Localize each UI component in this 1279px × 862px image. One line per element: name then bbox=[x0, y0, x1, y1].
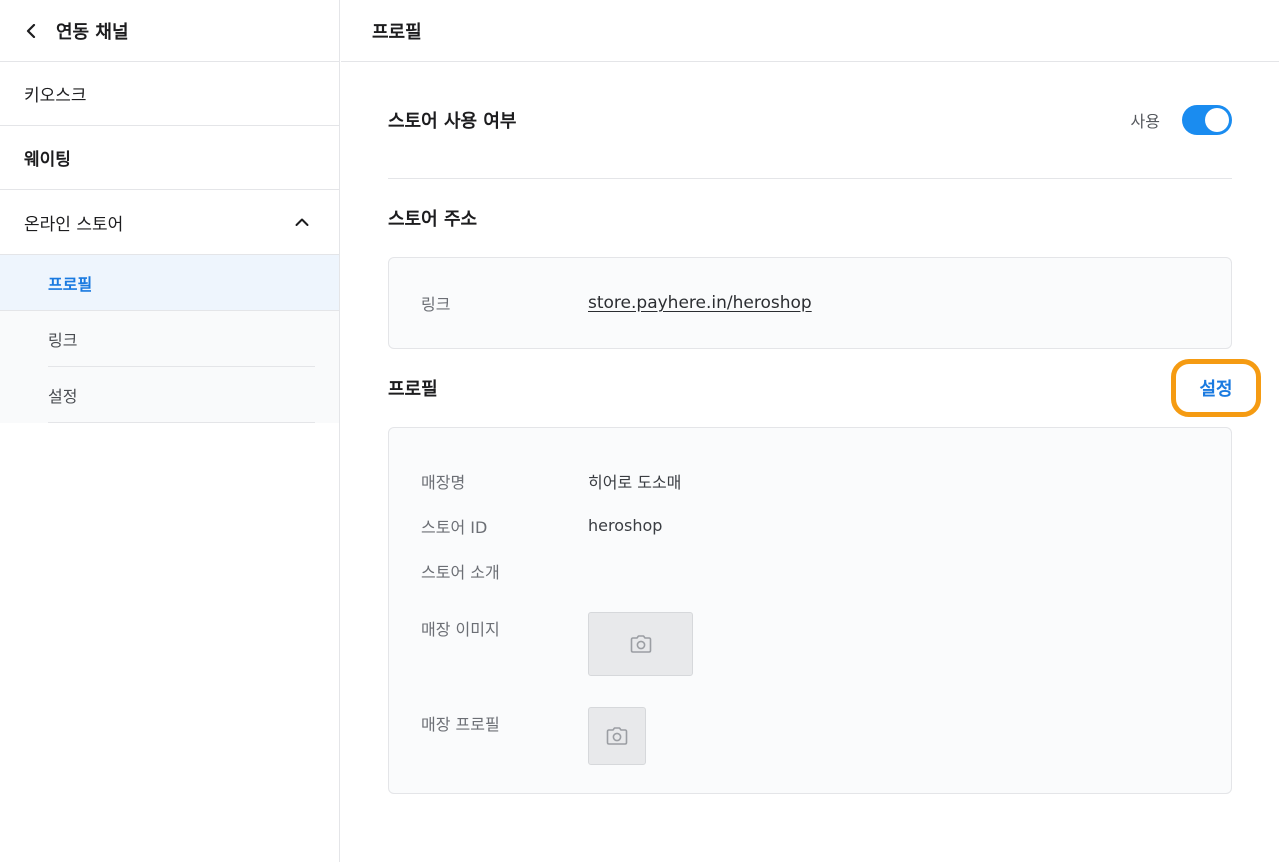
sidebar-title: 연동 채널 bbox=[56, 21, 129, 43]
profile-card: 매장명 히어로 도소매 스토어 ID heroshop 스토어 소개 매장 이미… bbox=[388, 427, 1232, 794]
store-address-header: 스토어 주소 bbox=[388, 179, 1232, 257]
profile-section-title: 프로필 bbox=[388, 379, 438, 400]
sidebar: 연동 채널 키오스크 웨이팅 온라인 스토어 프로필 링크 설정 bbox=[0, 0, 340, 862]
link-label: 링크 bbox=[421, 295, 451, 314]
submenu-item-label: 링크 bbox=[48, 331, 78, 350]
store-usage-toggle[interactable] bbox=[1182, 105, 1232, 135]
store-image-upload[interactable] bbox=[588, 612, 693, 676]
chevron-left-icon[interactable] bbox=[22, 21, 42, 41]
submenu-item-label: 프로필 bbox=[48, 275, 93, 294]
store-profile-label: 매장 프로필 bbox=[421, 715, 500, 734]
store-usage-row: 스토어 사용 여부 사용 bbox=[388, 62, 1232, 179]
toggle-knob bbox=[1205, 108, 1229, 132]
chevron-up-icon[interactable] bbox=[293, 213, 311, 231]
submenu-item-profile[interactable]: 프로필 bbox=[0, 255, 339, 311]
main-content: 스토어 사용 여부 사용 스토어 주소 링크 store.payhere.in/… bbox=[388, 62, 1261, 794]
store-id-value: heroshop bbox=[588, 516, 663, 535]
sidebar-item-label: 키오스크 bbox=[24, 86, 87, 106]
profile-header: 프로필 설정 bbox=[388, 349, 1261, 427]
store-link[interactable]: store.payhere.in/heroshop bbox=[588, 293, 812, 313]
sidebar-item-label: 온라인 스토어 bbox=[24, 214, 124, 235]
sidebar-item-online-store[interactable]: 온라인 스토어 bbox=[0, 190, 339, 254]
sidebar-item-waiting[interactable]: 웨이팅 bbox=[0, 126, 339, 190]
sidebar-item-kiosk[interactable]: 키오스크 bbox=[0, 62, 339, 126]
store-name-value: 히어로 도소매 bbox=[588, 472, 682, 492]
store-name-row: 매장명 히어로 도소매 bbox=[421, 458, 1231, 503]
online-store-submenu: 프로필 링크 설정 bbox=[0, 254, 339, 423]
store-address-title: 스토어 주소 bbox=[388, 209, 478, 230]
store-usage-status: 사용 bbox=[1130, 112, 1160, 131]
profile-setting-button[interactable]: 설정 bbox=[1171, 359, 1261, 417]
store-id-label: 스토어 ID bbox=[421, 517, 488, 537]
page-title: 프로필 bbox=[341, 0, 1279, 62]
store-usage-title: 스토어 사용 여부 bbox=[388, 111, 517, 132]
store-intro-label: 스토어 소개 bbox=[421, 562, 500, 582]
store-address-card: 링크 store.payhere.in/heroshop bbox=[388, 257, 1232, 349]
store-id-row: 스토어 ID heroshop bbox=[421, 503, 1231, 548]
submenu-item-settings[interactable]: 설정 bbox=[0, 367, 339, 423]
store-profile-row: 매장 프로필 bbox=[421, 707, 1231, 765]
sidebar-item-label: 웨이팅 bbox=[24, 150, 71, 170]
sidebar-header: 연동 채널 bbox=[0, 0, 339, 62]
store-usage-control: 사용 bbox=[1131, 105, 1232, 135]
store-profile-upload[interactable] bbox=[588, 707, 646, 765]
store-image-label: 매장 이미지 bbox=[421, 620, 500, 639]
store-intro-row: 스토어 소개 bbox=[421, 548, 1231, 593]
store-name-label: 매장명 bbox=[421, 472, 466, 492]
main-panel: 프로필 스토어 사용 여부 사용 스토어 주소 링크 store.payhere… bbox=[341, 0, 1279, 862]
camera-icon bbox=[606, 727, 628, 745]
submenu-item-label: 설정 bbox=[48, 387, 78, 406]
camera-icon bbox=[630, 635, 651, 653]
store-image-row: 매장 이미지 bbox=[421, 612, 1231, 676]
submenu-item-link[interactable]: 링크 bbox=[0, 311, 339, 367]
